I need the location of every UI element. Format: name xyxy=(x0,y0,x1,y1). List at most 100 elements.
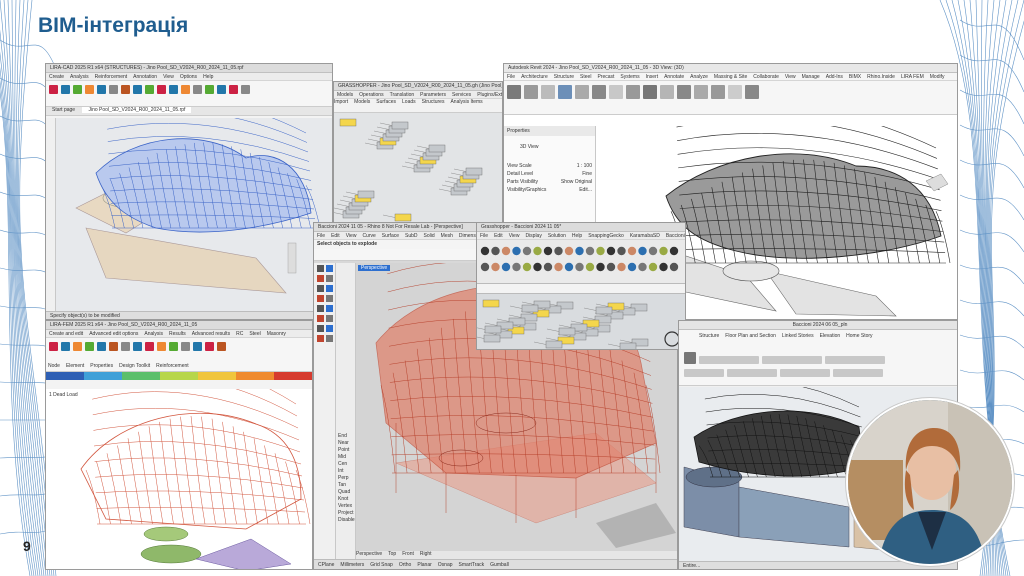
revit-property-value[interactable]: Fine xyxy=(582,171,592,177)
grasshopper-component-icon[interactable] xyxy=(596,246,605,256)
rhino-menu-item[interactable]: SubD xyxy=(405,233,418,239)
grasshopper-component-icon[interactable] xyxy=(533,246,542,256)
rhino-status-item[interactable]: Millimeters xyxy=(340,562,364,568)
grasshopper-component-icon[interactable] xyxy=(659,262,668,272)
grasshopper-component-icon[interactable] xyxy=(638,262,647,272)
rhino-status-item[interactable]: Grid Snap xyxy=(370,562,393,568)
rhino-tool-icon[interactable] xyxy=(326,295,333,302)
revit-menu-tab[interactable]: Annotate xyxy=(664,74,684,80)
lira-fem-viewport[interactable]: 1 Dead Load xyxy=(46,358,312,569)
grasshopper-main-menu-item[interactable]: File xyxy=(480,233,488,239)
revit-menu-tab[interactable]: Systems xyxy=(620,74,639,80)
lira-fem-window[interactable]: LIRA-FEM 2025 R1 x64 - Jino Pool_SD_V202… xyxy=(45,320,313,570)
grasshopper-top-window[interactable]: GRASSHOPPER - Jino Pool_SD_V2024_R00_202… xyxy=(333,81,503,224)
revit-property-row[interactable]: Detail Level Fine xyxy=(507,170,592,178)
revit-menu-tab[interactable]: Manage xyxy=(802,74,820,80)
revit-menu-tab[interactable]: BIMX xyxy=(849,74,861,80)
grasshopper-node[interactable] xyxy=(391,121,409,130)
grasshopper-component-icon[interactable] xyxy=(659,246,668,256)
revit-property-row[interactable]: Parts Visibility Show Original xyxy=(507,178,592,186)
rhino-view-tab[interactable]: Top xyxy=(388,551,396,557)
rhino-view-tab[interactable]: Right xyxy=(420,551,432,557)
rhino-tool-icon[interactable] xyxy=(326,315,333,322)
grasshopper-component-icon[interactable] xyxy=(564,262,574,272)
lira-fem-menu[interactable]: Create and edit Advanced edit options Anal… xyxy=(46,330,312,338)
rhino-tool-icon[interactable] xyxy=(317,295,324,302)
grasshopper-component-palette[interactable] xyxy=(477,240,685,284)
lira-fem-menu-item[interactable]: Steel xyxy=(249,331,260,337)
rhino-tool-icon[interactable] xyxy=(326,285,333,292)
rhino-tool-icon[interactable] xyxy=(317,315,324,322)
rhino-menu-item[interactable]: Edit xyxy=(331,233,340,239)
revit-menu-tab[interactable]: Steel xyxy=(580,74,591,80)
rhino-osnap-panel[interactable]: End Near Point Mid Cen Int Perp Tan Quad Knot Vert… xyxy=(336,263,356,563)
lira-fem-menu-item[interactable]: RC xyxy=(236,331,243,337)
grasshopper-component-icon[interactable] xyxy=(585,262,595,272)
grasshopper-top-ribbon-label[interactable]: Models xyxy=(354,99,370,105)
rhino-viewport-label[interactable]: Perspective xyxy=(358,265,391,271)
lira-fem-menu-item[interactable]: Advanced edit options xyxy=(89,331,138,337)
grasshopper-top-menu-item[interactable]: Services xyxy=(452,92,471,98)
rhino-menu-item[interactable]: Mesh xyxy=(441,233,453,239)
rhino-menu-item[interactable]: Curve xyxy=(362,233,375,239)
grasshopper-top-menu-item[interactable]: Operations xyxy=(359,92,383,98)
revit-menu-tab[interactable]: Structure xyxy=(554,74,574,80)
lira-cad-menu-item[interactable]: Options xyxy=(180,74,197,80)
grasshopper-top-ribbon[interactable]: Import Models Surfaces Loads Structures Analy… xyxy=(334,99,502,113)
grasshopper-top-ribbon-label[interactable]: Analysis Items xyxy=(450,99,482,105)
grasshopper-top-ribbon-label[interactable]: Structures xyxy=(422,99,445,105)
rhino-status-item[interactable]: SmartTrack xyxy=(459,562,485,568)
grasshopper-component-icon[interactable] xyxy=(522,246,532,256)
grasshopper-node[interactable] xyxy=(595,306,613,315)
revit-property-row[interactable]: Visibility/Graphics Edit... xyxy=(507,186,592,194)
grasshopper-top-menu-item[interactable]: Plugins/Extensions xyxy=(477,92,502,98)
rhino-tool-icon[interactable] xyxy=(317,275,324,282)
grasshopper-main-menu[interactable]: File Edit View Display Solution Help SnappingG… xyxy=(477,232,685,240)
grasshopper-component-icon[interactable] xyxy=(522,262,532,272)
grasshopper-component-icon[interactable] xyxy=(638,246,647,256)
rhino-tool-icon[interactable] xyxy=(326,305,333,312)
lira-cad-toolbar-left[interactable] xyxy=(46,118,56,311)
rhino-osnap-item[interactable]: Perp xyxy=(338,475,355,482)
lira-cad-start-tab[interactable]: Start page xyxy=(46,107,81,113)
grasshopper-node[interactable] xyxy=(483,334,501,343)
grasshopper-component-icon[interactable] xyxy=(501,262,511,272)
lira-cad-menu-item[interactable]: Reinforcement xyxy=(95,74,128,80)
lira-fem-menu-item[interactable]: Masonry xyxy=(267,331,286,337)
grasshopper-top-canvas[interactable] xyxy=(334,113,503,224)
grasshopper-component-icon[interactable] xyxy=(533,262,542,272)
grasshopper-top-menu-item[interactable]: Translation xyxy=(390,92,415,98)
rhino-osnap-item[interactable]: Point xyxy=(338,447,355,454)
grasshopper-component-icon[interactable] xyxy=(627,262,637,272)
rhino-status-bar[interactable]: CPlane Millimeters Grid Snap Ortho Planar Osn… xyxy=(314,559,677,569)
grasshopper-top-menu-item[interactable]: Parameters xyxy=(420,92,446,98)
grasshopper-node[interactable] xyxy=(394,213,412,222)
rhino-menu-item[interactable]: File xyxy=(317,233,325,239)
rhino-osnap-item[interactable]: Mid xyxy=(338,454,355,461)
rhino-tool-icon[interactable] xyxy=(326,335,333,342)
lira-cad-menu-item[interactable]: Analysis xyxy=(70,74,89,80)
revit-menu-tab[interactable]: View xyxy=(785,74,796,80)
rhino-status-item[interactable]: Planar xyxy=(417,562,431,568)
rhino-menu-item[interactable]: View xyxy=(346,233,357,239)
grasshopper-component-icon[interactable] xyxy=(564,246,574,256)
grasshopper-main-menu-item[interactable]: SnappingGecko xyxy=(588,233,624,239)
rhino-view-tab[interactable]: Front xyxy=(402,551,414,557)
revit-menu-tab[interactable]: Architecture xyxy=(521,74,548,80)
lira-cad-menu-item[interactable]: Create xyxy=(49,74,64,80)
grasshopper-top-menu[interactable]: Models Operations Translation Parameters Ser… xyxy=(334,91,502,99)
rhino-status-item[interactable]: Gumball xyxy=(490,562,509,568)
grasshopper-component-icon[interactable] xyxy=(606,246,616,256)
grasshopper-top-ribbon-label[interactable]: Import xyxy=(334,99,348,105)
grasshopper-top-menu-item[interactable]: Models xyxy=(337,92,353,98)
grasshopper-component-icon[interactable] xyxy=(554,246,563,256)
grasshopper-canvas[interactable] xyxy=(477,294,686,350)
grasshopper-main-menu-item[interactable]: KaramabaSD xyxy=(630,233,660,239)
grasshopper-main-menu-item[interactable]: View xyxy=(509,233,520,239)
grasshopper-component-icon[interactable] xyxy=(491,246,500,256)
revit-menu-tab[interactable]: Rhino.Inside xyxy=(867,74,895,80)
grasshopper-node[interactable] xyxy=(545,340,563,349)
grasshopper-component-icon[interactable] xyxy=(648,262,658,272)
grasshopper-component-icon[interactable] xyxy=(596,262,605,272)
grasshopper-node[interactable] xyxy=(619,342,637,350)
